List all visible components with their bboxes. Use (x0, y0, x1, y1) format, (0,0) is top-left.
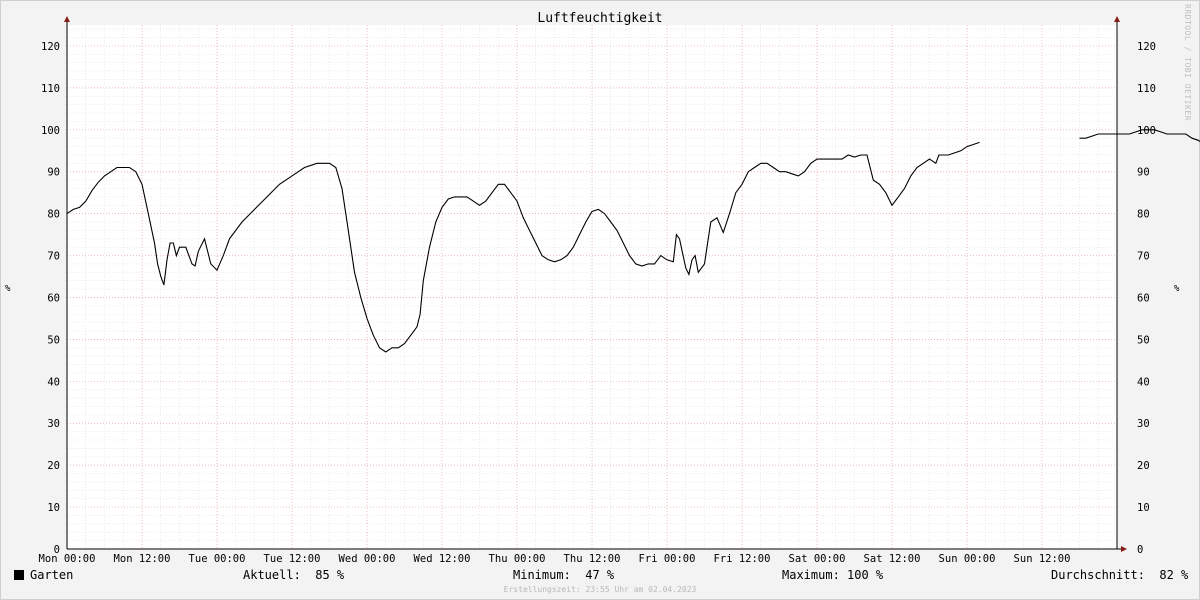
x-tick-label: Sat 00:00 (789, 553, 846, 565)
x-tick-label: Sun 00:00 (939, 553, 996, 565)
y-tick-label-right: 0 (1137, 544, 1143, 556)
y-axis-label-right: % (1174, 284, 1180, 294)
y-tick-label-left: 30 (47, 418, 60, 430)
y-tick-label-left: 90 (47, 167, 60, 179)
y-tick-label-right: 80 (1137, 209, 1150, 221)
y-tick-label-left: 110 (41, 83, 60, 95)
x-tick-label: Thu 00:00 (489, 553, 546, 565)
legend-swatch (14, 570, 24, 580)
stat-average: Durchschnitt: 82 % (1051, 568, 1189, 582)
legend-label: Garten (30, 568, 74, 582)
chart-canvas: 0 010 1020 2030 3040 4050 5060 6070 7080 8090 9010… (39, 16, 1200, 565)
y-tick-label-left: 20 (47, 460, 60, 472)
x-tick-label: Mon 12:00 (114, 553, 171, 565)
y-axis-label-left: % (5, 284, 11, 294)
x-tick-label: Fri 12:00 (714, 553, 771, 565)
x-tick-label: Wed 00:00 (339, 553, 396, 565)
y-tick-label-left: 10 (47, 502, 60, 514)
y-tick-label-right: 90 (1137, 167, 1150, 179)
y-tick-label-left: 70 (47, 251, 60, 263)
stat-minimum: Minimum: 47 % (513, 568, 615, 582)
y-tick-label-right: 70 (1137, 251, 1150, 263)
x-tick-label: Fri 00:00 (639, 553, 696, 565)
stat-maximum: Maximum: 100 % (782, 568, 884, 582)
x-tick-label: Mon 00:00 (39, 553, 96, 565)
x-axis-arrow (1121, 546, 1127, 552)
y-tick-label-left: 100 (41, 125, 60, 137)
stat-current: Aktuell: 85 % (243, 568, 345, 582)
y-tick-label-left: 40 (47, 376, 60, 388)
x-tick-label: Sun 12:00 (1014, 553, 1071, 565)
y-tick-label-right: 60 (1137, 292, 1150, 304)
footer-timestamp: Erstellungszeit: 23:55 Uhr am 02.04.2023 (503, 585, 697, 594)
y-tick-label-left: 120 (41, 41, 60, 53)
y-tick-label-right: 120 (1137, 41, 1156, 53)
credit-text: RRDTOOL / TOBI OETIKER (1183, 4, 1192, 121)
y-tick-label-right: 50 (1137, 334, 1150, 346)
x-tick-label: Thu 12:00 (564, 553, 621, 565)
x-tick-label: Tue 12:00 (264, 553, 321, 565)
y-tick-label-left: 80 (47, 209, 60, 221)
y-tick-label-right: 110 (1137, 83, 1156, 95)
y-tick-label-right: 40 (1137, 376, 1150, 388)
chart-title: Luftfeuchtigkeit (537, 11, 663, 26)
x-tick-label: Wed 12:00 (414, 553, 471, 565)
y-tick-label-left: 50 (47, 334, 60, 346)
x-tick-label: Tue 00:00 (189, 553, 246, 565)
y-tick-label-right: 30 (1137, 418, 1150, 430)
y-tick-label-right: 20 (1137, 460, 1150, 472)
x-tick-label: Sat 12:00 (864, 553, 921, 565)
y-tick-label-left: 60 (47, 292, 60, 304)
y-tick-label-right: 10 (1137, 502, 1150, 514)
